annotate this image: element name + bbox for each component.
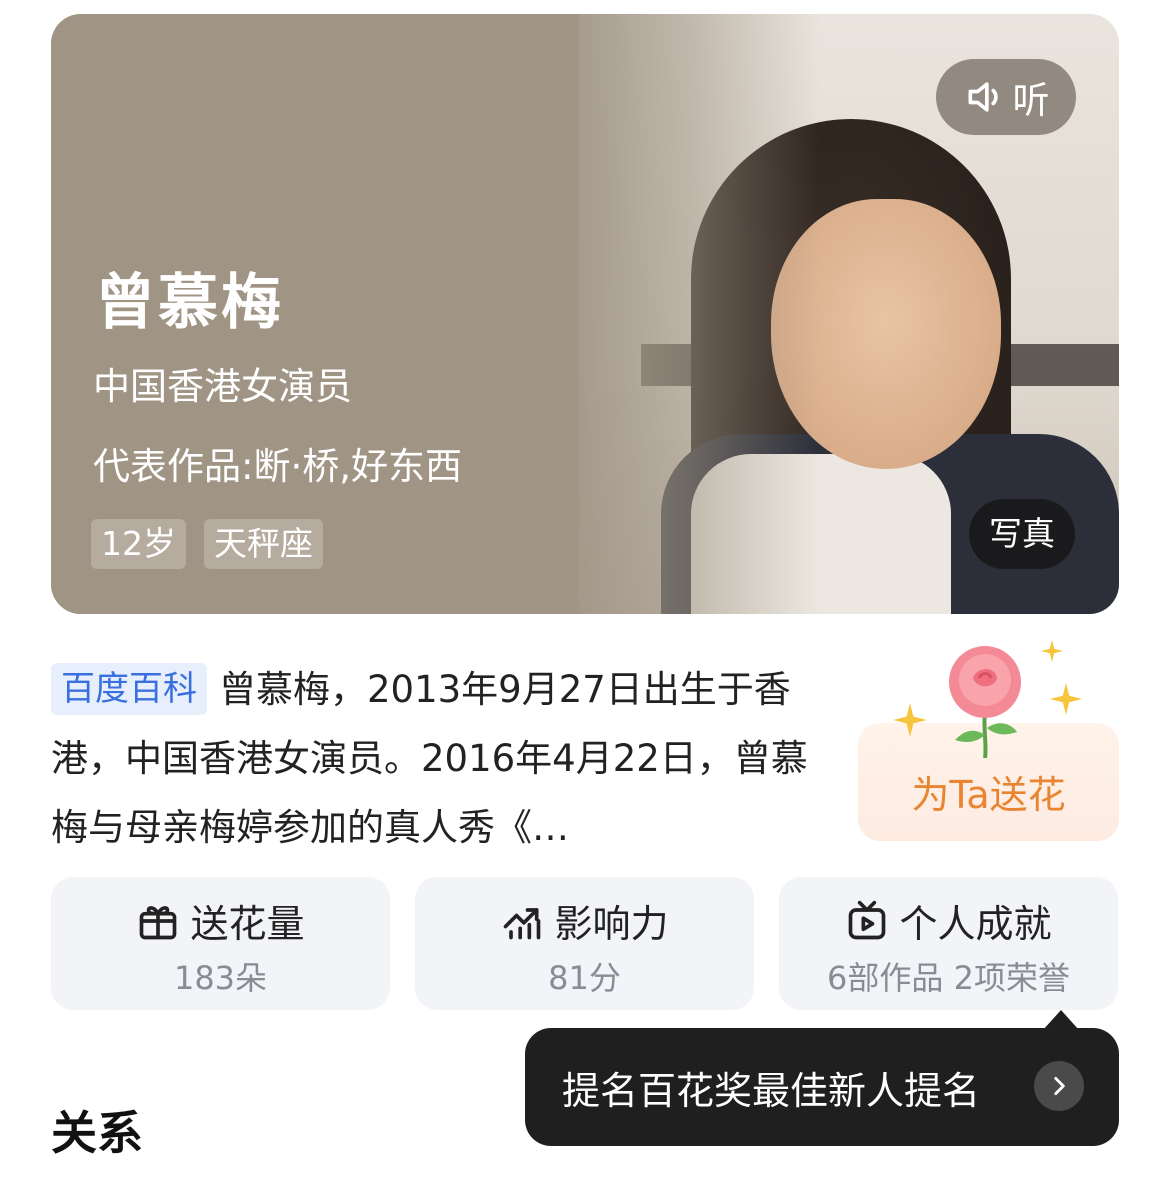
speaker-icon (968, 82, 998, 112)
person-role: 中国香港女演员 (93, 365, 352, 408)
tooltip-arrow (1043, 1010, 1079, 1030)
relations-section-title: 关系 (51, 1106, 143, 1160)
stat-value: 6部作品 2项荣誉 (827, 959, 1070, 997)
listen-button[interactable]: 听 (936, 59, 1076, 135)
sparkle-icon (1041, 640, 1063, 662)
zodiac-tag: 天秤座 (204, 519, 323, 569)
person-tags: 12岁 天秤座 (91, 519, 323, 569)
hero-card[interactable]: 曾慕梅 中国香港女演员 代表作品:断·桥,好东西 12岁 天秤座 听 写真 (51, 14, 1119, 614)
stat-title: 个人成就 (899, 902, 1052, 946)
stat-value: 81分 (548, 959, 621, 997)
stat-title: 影响力 (554, 902, 669, 946)
stat-value: 183朵 (173, 959, 268, 997)
person-works: 代表作品:断·桥,好东西 (93, 445, 462, 488)
send-flower-label: 为Ta送花 (911, 773, 1066, 817)
photo-gallery-button[interactable]: 写真 (969, 499, 1075, 569)
baike-source-badge[interactable]: 百度百科 (51, 663, 207, 715)
tooltip-text: 提名百花奖最佳新人提名 (562, 1069, 981, 1113)
gift-icon (140, 905, 177, 939)
tv-play-icon (849, 900, 886, 939)
rose-icon (949, 646, 1021, 759)
stat-card-influence[interactable]: 影响力 81分 (415, 877, 754, 1010)
listen-label: 听 (1012, 79, 1050, 122)
person-name: 曾慕梅 (95, 268, 284, 338)
chevron-right-icon[interactable] (1034, 1061, 1084, 1111)
stat-card-flowers[interactable]: 送花量 183朵 (51, 877, 390, 1010)
sparkle-icon (1050, 683, 1082, 715)
age-tag: 12岁 (91, 519, 186, 569)
intro-summary[interactable]: 百度百科 曾慕梅，2013年9月27日出生于香港，中国香港女演员。2016年4月2… (51, 655, 821, 862)
stat-card-achievements[interactable]: 个人成就 6部作品 2项荣誉 (779, 877, 1118, 1010)
trend-chart-icon (504, 907, 541, 939)
sparkle-icon (893, 703, 927, 737)
stat-title: 送花量 (190, 902, 305, 946)
